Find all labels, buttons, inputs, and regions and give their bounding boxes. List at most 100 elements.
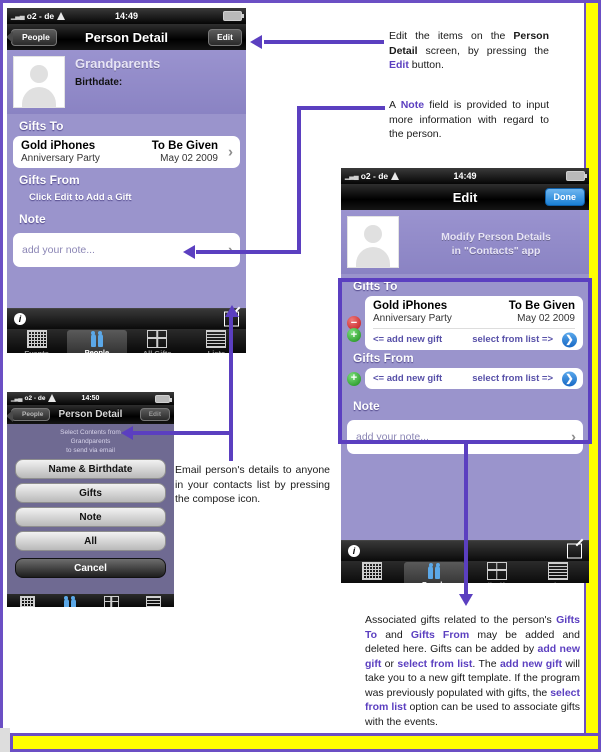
sheet-button-name-birthdate[interactable]: Name & Birthdate (15, 459, 166, 479)
tab-bar (7, 594, 174, 607)
status-bar: ▁▃▄ o2 - de 14:49 (7, 8, 246, 24)
connector-line-edit (264, 40, 384, 44)
annotation-text-run: select from list (397, 657, 473, 670)
chevron-right-circle-icon[interactable]: ❯ (562, 371, 577, 386)
gift-date: May 02 2009 (160, 153, 218, 164)
gift-name: Gold iPhones (21, 140, 96, 152)
tab-lists[interactable] (132, 594, 174, 607)
connector-arrow-edit (250, 35, 262, 49)
modify-hint-line1: Modify Person Details (441, 231, 551, 243)
bottom-bars: i Events People All Gifts Lists (7, 308, 246, 353)
connector-line-gifts-v (464, 440, 468, 597)
phone-person-detail: ▁▃▄ o2 - de 14:49 People Person Detail E… (7, 8, 246, 353)
person-header-text: Grandparents Birthdate: (65, 56, 240, 108)
info-icon[interactable]: i (14, 313, 26, 325)
section-title-note: Note (353, 399, 380, 413)
connector-line-note-h1 (297, 106, 385, 110)
tab-lists[interactable]: Lists (528, 561, 590, 583)
people-icon (63, 595, 76, 607)
gift-icon (103, 595, 119, 607)
nav-bar: Edit Done (341, 184, 589, 210)
add-gift-row[interactable]: <= add new gift select from list => ❯ (365, 329, 583, 350)
tab-all-gifts[interactable]: All Gifts (466, 561, 528, 583)
gift-status: To Be Given (151, 140, 218, 152)
select-from-list-link[interactable]: select from list => (463, 373, 575, 384)
add-new-gift-link[interactable]: <= add new gift (373, 373, 463, 384)
note-placeholder: add your note... (22, 244, 95, 256)
tab-all-gifts[interactable]: All Gifts (128, 329, 187, 353)
sheet-button-gifts[interactable]: Gifts (15, 483, 166, 503)
annotation-text-run: button. (408, 59, 444, 71)
status-bar: ▁▃▄ o2 - de 14:49 (341, 168, 589, 184)
tab-label: Events (359, 581, 384, 583)
frame-accent-bottom (10, 733, 601, 752)
done-button[interactable]: Done (544, 188, 585, 206)
annotation-text-run: A (389, 99, 401, 111)
gifts-from-add-line: + <= add new gift select from list => ❯ (347, 368, 583, 389)
chevron-right-icon: › (571, 428, 576, 446)
back-button[interactable]: People (7, 28, 57, 46)
annotation-text-run: . The (472, 657, 500, 670)
gift-row-editable: − Gold iPhones Anniversary Party To Be G… (347, 296, 583, 350)
tab-people[interactable]: People (403, 562, 465, 583)
note-placeholder: add your note... (356, 431, 429, 443)
people-icon (88, 331, 106, 347)
select-from-list-link[interactable]: select from list => (463, 334, 575, 345)
tab-all-gifts[interactable] (91, 594, 133, 607)
calendar-icon (20, 595, 36, 607)
page-title: Edit (452, 189, 478, 205)
sheet-button-note[interactable]: Note (15, 507, 166, 527)
annotated-screenshot-page: ▁▃▄ o2 - de 14:49 People Person Detail E… (0, 0, 601, 752)
connector-line-note-v (297, 106, 301, 254)
tab-events[interactable]: Events (7, 329, 66, 353)
list-icon (206, 330, 227, 348)
tab-events[interactable]: Events (341, 561, 403, 583)
annotation-gift-sections: Associated gifts related to the person's… (365, 613, 580, 729)
add-new-gift-link[interactable]: <= add new gift (373, 334, 463, 345)
person-name: Grandparents (75, 56, 161, 71)
nav-bar: People Person Detail Edit (7, 405, 174, 424)
tab-label: People (422, 580, 447, 583)
tab-events[interactable] (7, 594, 49, 607)
sheet-button-all[interactable]: All (15, 531, 166, 551)
info-icon[interactable]: i (348, 545, 360, 557)
annotation-text-run: and (377, 628, 411, 641)
clock-label: 14:49 (114, 11, 139, 21)
back-button[interactable]: People (7, 408, 51, 422)
gift-status: To Be Given (508, 300, 575, 312)
screen-content: Grandparents Birthdate: Gifts To Gold iP… (7, 50, 246, 308)
tab-label: All Gifts (482, 581, 511, 583)
annotation-text-run: screen, by pressing the (417, 44, 549, 57)
connector-line-sheet-h (133, 431, 231, 435)
add-badge-icon[interactable]: + (347, 371, 361, 386)
annotation-compose-email: Email person's details to anyone in your… (175, 463, 330, 507)
gift-row[interactable]: Gold iPhones Anniversary Party To Be Giv… (13, 136, 240, 168)
chevron-right-circle-icon[interactable]: ❯ (562, 332, 577, 347)
annotation-text-run: Gifts From (410, 628, 470, 641)
connector-line-compose-v (229, 316, 233, 461)
people-icon (425, 563, 443, 579)
annotation-text-run: Note (400, 99, 425, 111)
connector-line-note-h2 (196, 250, 301, 254)
gifts-from-hint: Click Edit to Add a Gift (29, 192, 132, 203)
tab-lists[interactable]: Lists (187, 329, 246, 353)
add-gift-row[interactable]: <= add new gift select from list => ❯ (365, 368, 583, 389)
tab-label: Lists (549, 581, 567, 583)
sheet-cancel-button[interactable]: Cancel (15, 558, 166, 578)
tab-people[interactable] (49, 594, 91, 607)
page-title: Person Detail (58, 409, 123, 420)
gift-row[interactable]: Gold iPhones Anniversary Party To Be Giv… (365, 296, 583, 328)
person-header-text: Modify Person Details in "Contacts" app (399, 216, 583, 268)
gift-event: Anniversary Party (373, 313, 452, 324)
edit-button[interactable]: Edit (207, 28, 242, 46)
tab-label: Lists (208, 349, 226, 353)
section-title-note: Note (19, 212, 46, 226)
gift-icon (147, 330, 168, 348)
compose-icon[interactable] (567, 543, 582, 559)
tab-people[interactable]: People (67, 330, 127, 353)
calendar-icon (26, 330, 47, 348)
edit-button[interactable]: Edit (139, 408, 170, 421)
delete-badge-icon[interactable]: − (347, 316, 361, 330)
clock-label: 14:49 (453, 171, 477, 181)
gift-card: Gold iPhones Anniversary Party To Be Giv… (365, 296, 583, 350)
